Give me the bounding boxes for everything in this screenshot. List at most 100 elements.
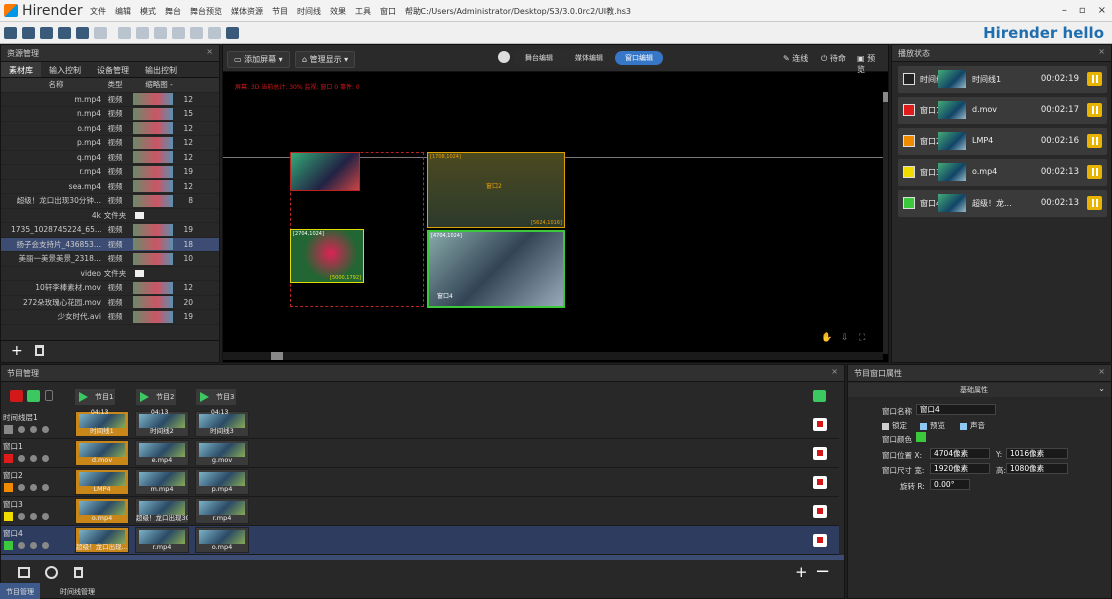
col-type[interactable]: 类型 [101,79,129,90]
close-icon[interactable]: × [1098,47,1105,56]
grid-view-icon[interactable] [813,390,826,402]
play-all-icon[interactable] [27,390,40,402]
timeline-clip[interactable]: 超级！龙口出现30... [135,498,189,524]
resource-row[interactable]: 少女时代.avi 视频 19 [1,310,219,325]
resource-row[interactable]: r.mp4 视频 19 [1,165,219,180]
tab-input-control[interactable]: 输入控制 [41,62,89,77]
window-4-frame[interactable]: [4704,1024] 窗口4 [427,230,565,308]
record-stop-icon[interactable] [813,447,827,460]
timeline-clip[interactable]: e.mp4 [135,440,189,466]
resource-row[interactable]: 4k 文件夹 [1,209,219,223]
lock-checkbox[interactable]: 锁定 [882,420,907,431]
tab-device-manage[interactable]: 设备管理 [89,62,137,77]
position-x-field[interactable]: 4704像素 [930,448,990,459]
pause-icon[interactable] [1087,196,1102,210]
clock-icon[interactable] [45,566,58,579]
lock-icon[interactable] [42,426,49,433]
resource-row[interactable]: 10轩李棒素材.mov 视频 12 [1,281,219,296]
stage-vscroll[interactable] [883,92,888,354]
timeline-clip[interactable]: LMP4 [75,469,129,495]
track-color-swatch[interactable] [4,454,13,463]
speaker-icon[interactable] [18,426,25,433]
resource-row[interactable]: 超级！龙口出现30分钟... 视频 8 [1,194,219,209]
eye-icon[interactable] [30,484,37,491]
play-state-row[interactable]: 窗口1 d.mov 00:02:17 [898,97,1107,124]
track-row[interactable]: 窗口4 超级！龙口出现... r.mp4 o.mp4 [1,526,839,555]
lock-icon[interactable] [42,484,49,491]
menu-program[interactable]: 节目 [272,6,288,17]
resource-row[interactable]: video 文件夹 [1,267,219,281]
resource-row[interactable]: 美丽一美景美景_2318... 视频 10 [1,252,219,267]
open-icon[interactable] [22,27,35,39]
close-button[interactable]: × [1098,5,1106,16]
add-icon[interactable]: + [795,563,808,581]
track-row[interactable]: 窗口1 d.mov e.mp4 g.mov [1,439,839,468]
speaker-icon[interactable] [18,513,25,520]
stage-hscroll[interactable] [223,352,883,360]
add-screen-button[interactable]: ▭ 添加屏幕 ▾ [227,51,290,68]
window-icon[interactable] [18,567,30,578]
play-state-row[interactable]: 窗口4 超级！龙... 00:02:13 [898,190,1107,217]
trash-icon[interactable] [74,567,83,578]
play-state-row[interactable]: 时间线层1 时间线1 00:02:19 [898,66,1107,93]
eye-icon[interactable] [30,455,37,462]
manage-display-button[interactable]: ⌂ 管理显示 ▾ [295,51,356,68]
screen-icon[interactable] [154,27,167,39]
menu-file[interactable]: 文件 [90,6,106,17]
record-stop-icon[interactable] [813,418,827,431]
track-hscroll[interactable] [1,555,844,560]
menu-stage[interactable]: 舞台 [165,6,181,17]
tab-output-control[interactable]: 输出控制 [137,62,185,77]
online-button[interactable]: ✎ 连线 [777,51,814,66]
window-3-frame[interactable]: [2704,1024] [5000,1792] [290,229,364,283]
resource-row[interactable]: p.mp4 视频 12 [1,136,219,151]
audio-icon[interactable] [190,27,203,39]
speaker-icon[interactable] [18,484,25,491]
menu-media[interactable]: 媒体资源 [231,6,263,17]
tab-program-2[interactable]: 节目2 [136,389,176,405]
basic-section-header[interactable]: 基础属性 ⌄ [848,383,1111,397]
download-icon[interactable]: ⇩ [841,333,849,343]
mode-window-edit[interactable]: 窗口编辑 [615,51,663,65]
eye-icon[interactable] [30,426,37,433]
menu-timeline[interactable]: 时间线 [297,6,321,17]
trash-icon[interactable] [35,345,44,356]
track-row[interactable]: 时间线层1 时间线1 时间线2 时间线3 [1,410,839,439]
remove-icon[interactable]: − [815,561,830,582]
redo-icon[interactable] [94,27,107,39]
rotation-field[interactable]: 0.00° [930,479,970,490]
chevron-down-icon[interactable]: ⌄ [1098,384,1105,393]
layout-icon[interactable] [136,27,149,39]
window-1-preview[interactable] [290,152,360,191]
pause-icon[interactable] [1087,72,1102,86]
pause-icon[interactable] [1087,165,1102,179]
timeline-clip[interactable]: g.mov [195,440,249,466]
save-icon[interactable] [40,27,53,39]
timeline-clip[interactable]: m.mp4 [135,469,189,495]
menu-mode[interactable]: 模式 [140,6,156,17]
resource-row[interactable]: n.mp4 视频 15 [1,107,219,122]
preview-button[interactable]: ▣ 预览 [851,51,888,77]
track-color-swatch[interactable] [4,541,13,550]
new-icon[interactable] [4,27,17,39]
resource-row[interactable]: o.mp4 视频 12 [1,122,219,136]
record-stop-icon[interactable] [813,505,827,518]
record-stop-icon[interactable] [813,534,827,547]
save-as-icon[interactable] [58,27,71,39]
timeline-clip[interactable]: p.mp4 [195,469,249,495]
standby-button[interactable]: ⏻ 待命 [815,51,852,66]
timeline-clip[interactable]: 超级！龙口出现... [75,527,129,553]
tab-program-1[interactable]: 节目1 [75,389,115,405]
pause-icon[interactable] [1087,103,1102,117]
resource-row[interactable]: q.mp4 视频 12 [1,151,219,165]
record-icon[interactable] [10,390,23,402]
tab-timeline-management[interactable]: 时间线管理 [54,583,101,599]
timeline-clip[interactable]: d.mov [75,440,129,466]
resource-row[interactable]: 272朵玫瑰心花园.mov 视频 20 [1,296,219,310]
bars-icon[interactable] [226,27,239,39]
window-color-swatch[interactable] [916,432,926,442]
col-thumb[interactable]: 缩略图 - [129,79,189,90]
track-color-swatch[interactable] [4,512,13,521]
undo-icon[interactable] [76,27,89,39]
speaker-icon[interactable] [208,27,221,39]
